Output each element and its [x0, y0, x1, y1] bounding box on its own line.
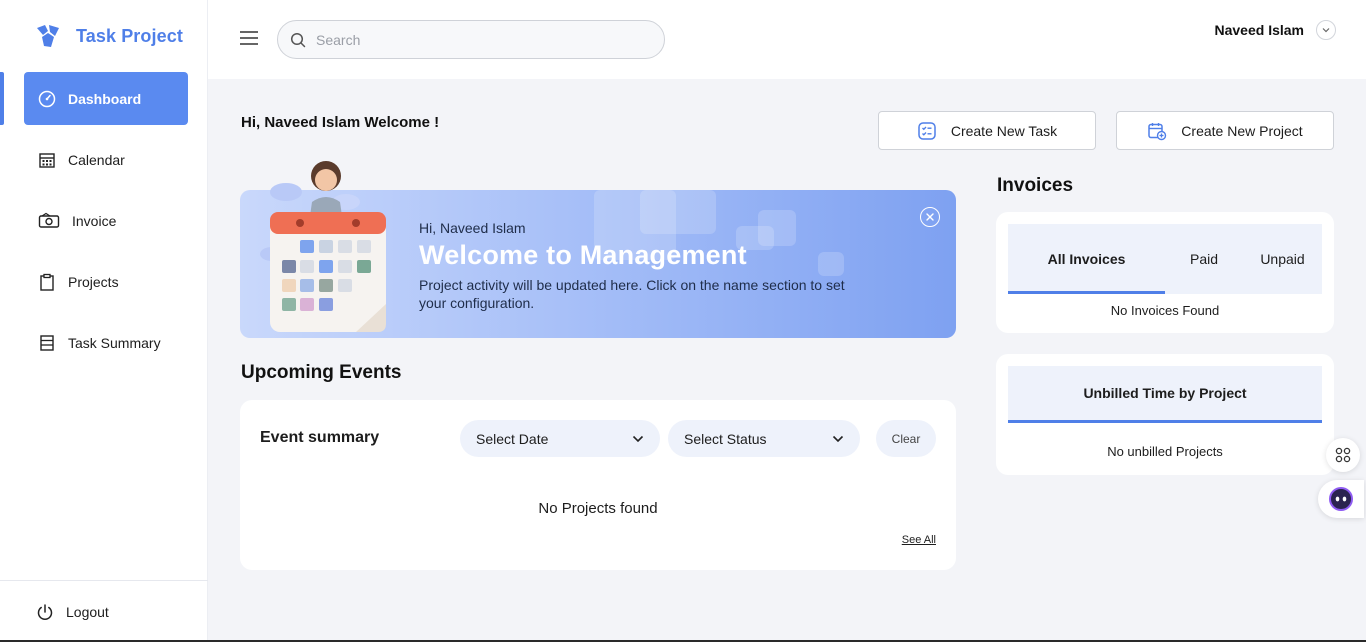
- see-all-link[interactable]: See All: [902, 534, 936, 546]
- invoices-card: All Invoices Paid Unpaid No Invoices Fou…: [996, 212, 1334, 333]
- create-task-button[interactable]: Create New Task: [878, 111, 1096, 150]
- unbilled-tab[interactable]: Unbilled Time by Project: [1008, 366, 1322, 423]
- banner-description: Project activity will be updated here. C…: [419, 277, 845, 311]
- event-summary-label: Event summary: [260, 429, 380, 446]
- create-task-label: Create New Task: [950, 122, 1058, 139]
- upcoming-events-title: Upcoming Events: [241, 362, 402, 383]
- close-icon[interactable]: [920, 207, 940, 227]
- tab-all-invoices[interactable]: All Invoices: [1008, 224, 1165, 294]
- chevron-down-icon: [632, 435, 644, 442]
- welcome-banner: Hi, Naveed Islam Welcome to Management P…: [240, 161, 956, 338]
- chevron-down-icon[interactable]: [1316, 20, 1336, 40]
- grid-icon: [1335, 447, 1351, 463]
- list-icon: [40, 334, 54, 351]
- clear-button[interactable]: Clear: [876, 420, 936, 457]
- task-list-icon: [918, 121, 936, 140]
- brand[interactable]: Task Project: [34, 22, 183, 50]
- sidebar-item-label: Invoice: [72, 212, 117, 229]
- sidebar-item-label: Projects: [68, 273, 119, 290]
- select-status-dropdown[interactable]: Select Status: [668, 420, 860, 457]
- search-box: [277, 20, 665, 59]
- search-input[interactable]: [316, 31, 636, 48]
- logout-label: Logout: [66, 603, 109, 620]
- invoices-empty-text: No Invoices Found: [1110, 303, 1220, 318]
- welcome-heading: Hi, Naveed Islam Welcome !: [241, 114, 440, 131]
- nav-active-indicator: [0, 72, 4, 125]
- sidebar-item-projects[interactable]: Projects: [24, 255, 188, 308]
- unbilled-card: Unbilled Time by Project No unbilled Pro…: [996, 354, 1334, 475]
- sidebar-item-label: Dashboard: [68, 90, 142, 107]
- topbar: Naveed Islam: [208, 0, 1366, 79]
- assistant-button[interactable]: [1318, 480, 1364, 518]
- sidebar-item-label: Calendar: [68, 151, 125, 168]
- sidebar-item-label: Task Summary: [68, 334, 161, 351]
- banner-title: Welcome to Management: [419, 240, 747, 270]
- power-icon: [37, 603, 53, 620]
- select-date-dropdown[interactable]: Select Date: [460, 420, 660, 457]
- brand-name: Task Project: [76, 25, 183, 46]
- create-project-label: Create New Project: [1181, 122, 1303, 139]
- search-icon: [290, 32, 306, 47]
- apps-button[interactable]: [1326, 438, 1360, 472]
- logout-button[interactable]: Logout: [0, 580, 208, 642]
- dashboard-icon: [38, 90, 56, 107]
- sidebar-item-dashboard[interactable]: Dashboard: [24, 72, 188, 125]
- create-project-button[interactable]: Create New Project: [1116, 111, 1334, 150]
- tab-paid[interactable]: Paid: [1165, 224, 1243, 294]
- invoice-tabs: All Invoices Paid Unpaid: [1008, 224, 1322, 294]
- calendar-illustration: [260, 161, 386, 332]
- chevron-down-icon: [832, 435, 844, 442]
- clipboard-icon: [40, 273, 54, 291]
- banner-decoration: [640, 190, 716, 234]
- chatbot-icon: [1329, 487, 1353, 511]
- tab-unpaid[interactable]: Unpaid: [1243, 224, 1322, 294]
- user-menu[interactable]: Naveed Islam: [1214, 20, 1336, 40]
- banner-decoration: [818, 252, 844, 276]
- calendar-add-icon: [1148, 122, 1167, 140]
- sidebar: Task Project Dashboard Calendar Invoice …: [0, 0, 208, 642]
- sidebar-item-task-summary[interactable]: Task Summary: [24, 316, 188, 369]
- user-name: Naveed Islam: [1214, 22, 1305, 38]
- select-date-label: Select Date: [476, 430, 549, 447]
- select-status-label: Select Status: [684, 430, 767, 447]
- invoices-title: Invoices: [997, 175, 1074, 196]
- banner-greeting: Hi, Naveed Islam: [419, 220, 526, 236]
- invoice-icon: [38, 212, 60, 228]
- menu-icon[interactable]: [240, 30, 258, 46]
- calendar-icon: [39, 152, 55, 168]
- brand-logo-icon: [37, 25, 59, 47]
- sidebar-item-invoice[interactable]: Invoice: [24, 194, 188, 247]
- unbilled-empty-text: No unbilled Projects: [1107, 444, 1223, 459]
- empty-state-text: No Projects found: [538, 500, 658, 517]
- sidebar-item-calendar[interactable]: Calendar: [24, 133, 188, 186]
- sidebar-nav: Dashboard Calendar Invoice Projects Task…: [24, 72, 188, 377]
- event-summary-card: Event summary Select Date Select Status …: [240, 400, 956, 570]
